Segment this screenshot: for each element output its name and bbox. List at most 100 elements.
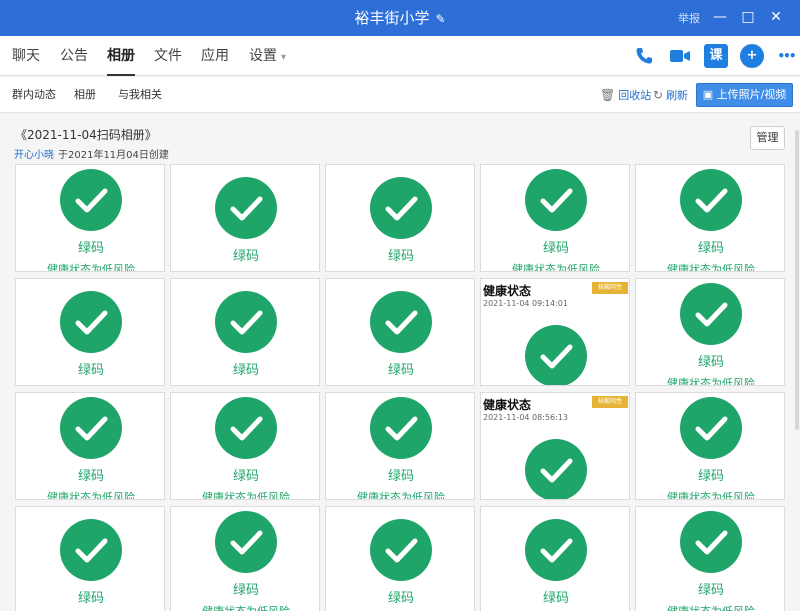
- close-button[interactable]: ✕: [766, 6, 786, 28]
- check-icon: [680, 397, 742, 459]
- created-date: 于2021年11月04日创建: [58, 150, 169, 161]
- tab-chat[interactable]: 聊天: [12, 36, 40, 76]
- green-code-label: 绿码: [232, 583, 259, 598]
- more-icon[interactable]: •••: [774, 44, 798, 68]
- check-icon: [525, 169, 587, 231]
- check-icon: [60, 169, 122, 231]
- green-code-label: 绿码: [387, 249, 414, 264]
- phone-icon[interactable]: [632, 44, 656, 68]
- report-link[interactable]: 举报: [678, 10, 700, 26]
- tab-apps[interactable]: 应用: [201, 36, 229, 76]
- card-title: 健康状态: [483, 284, 532, 298]
- subtab-related-to-me[interactable]: 与我相关: [118, 77, 162, 113]
- green-code-label: 绿码: [77, 363, 104, 378]
- tab-album[interactable]: 相册: [107, 36, 135, 76]
- green-code-label: 绿码: [697, 469, 724, 484]
- check-icon: [215, 177, 277, 239]
- album-title: 《2021-11-04扫码相册》: [15, 128, 157, 142]
- video-icon[interactable]: [668, 44, 692, 68]
- recycle-bin-label: 回收站: [618, 89, 652, 102]
- green-code-label: 绿码: [77, 591, 104, 606]
- minimize-button[interactable]: —: [710, 6, 730, 28]
- manage-button[interactable]: 管理: [750, 126, 785, 150]
- risk-status-label: 健康状态为低风险: [47, 263, 135, 272]
- risk-status-label: 健康状态为低风险: [667, 377, 755, 386]
- photo-tile[interactable]: 绿码健康状态为低风险: [325, 392, 475, 500]
- photo-tile[interactable]: 健康状态 2021-11-04 08:56:13 核酸阴性: [480, 392, 630, 500]
- risk-status-label: 健康状态为低风险: [357, 491, 445, 500]
- check-icon: [680, 169, 742, 231]
- green-code-label: 绿码: [542, 241, 569, 256]
- photo-tile[interactable]: 绿码: [15, 506, 165, 611]
- green-code-label: 绿码: [232, 469, 259, 484]
- risk-status-label: 健康状态为低风险: [202, 491, 290, 500]
- green-code-label: 绿码: [697, 583, 724, 598]
- check-icon: [60, 291, 122, 353]
- card-time: 2021-11-04 08:56:13: [483, 413, 568, 422]
- photo-tile[interactable]: 绿码: [170, 278, 320, 386]
- photo-tile[interactable]: 绿码健康状态为低风险: [635, 164, 785, 272]
- risk-status-label: 健康状态为低风险: [667, 263, 755, 272]
- trash-icon: 🗑: [600, 88, 616, 102]
- green-code-label: 绿码: [232, 249, 259, 264]
- card-time: 2021-11-04 09:14:01: [483, 299, 568, 308]
- check-icon: [370, 519, 432, 581]
- green-code-label: 绿码: [77, 469, 104, 484]
- photo-tile[interactable]: 绿码健康状态为低风险: [635, 506, 785, 611]
- check-icon: [525, 325, 587, 385]
- title-bar: 裕丰街小学 ✎ 举报 — □ ✕: [0, 0, 800, 36]
- check-icon: [370, 291, 432, 353]
- tab-announcement[interactable]: 公告: [60, 36, 88, 76]
- photo-tile[interactable]: 绿码: [15, 278, 165, 386]
- chevron-down-icon: ▾: [281, 52, 287, 63]
- photo-tile[interactable]: 绿码健康状态为低风险: [635, 392, 785, 500]
- risk-status-label: 健康状态为低风险: [47, 491, 135, 500]
- add-icon[interactable]: +: [740, 44, 764, 68]
- green-code-label: 绿码: [542, 591, 569, 606]
- photo-tile[interactable]: 绿码健康状态为低风险: [170, 392, 320, 500]
- photo-tile[interactable]: 绿码: [480, 506, 630, 611]
- photo-tile[interactable]: 绿码健康状态为低风险: [170, 506, 320, 611]
- check-icon: [525, 519, 587, 581]
- subtab-group-feed[interactable]: 群内动态: [12, 77, 56, 113]
- maximize-button[interactable]: □: [738, 6, 758, 28]
- refresh-button[interactable]: ↻ 刷新: [653, 77, 688, 113]
- scrollbar[interactable]: [795, 130, 799, 430]
- green-code-label: 绿码: [697, 355, 724, 370]
- tab-settings[interactable]: 设置 ▾: [249, 36, 286, 76]
- green-code-label: 绿码: [387, 469, 414, 484]
- image-icon: ▣: [702, 88, 717, 101]
- creator-link[interactable]: 开心小晓: [14, 150, 54, 161]
- window-title: 裕丰街小学: [354, 9, 430, 27]
- class-icon[interactable]: 课: [704, 44, 728, 68]
- green-code-label: 绿码: [232, 363, 259, 378]
- card-title: 健康状态: [483, 398, 532, 412]
- edit-title-icon[interactable]: ✎: [435, 1, 445, 37]
- sub-tab-bar: 群内动态 相册 与我相关 🗑 回收站 ↻ 刷新 ▣ 上传照片/视频: [0, 77, 800, 113]
- photo-tile[interactable]: 健康状态 2021-11-04 09:14:01 核酸阴性: [480, 278, 630, 386]
- upload-button[interactable]: ▣ 上传照片/视频: [696, 83, 793, 107]
- green-code-label: 绿码: [387, 363, 414, 378]
- green-code-label: 绿码: [387, 591, 414, 606]
- check-icon: [370, 177, 432, 239]
- subtab-album[interactable]: 相册: [74, 77, 96, 113]
- status-badge: 核酸阴性: [592, 282, 628, 294]
- photo-tile[interactable]: 绿码: [325, 506, 475, 611]
- photo-tile[interactable]: 绿码: [325, 278, 475, 386]
- photo-tile[interactable]: 绿码: [325, 164, 475, 272]
- status-badge: 核酸阴性: [592, 396, 628, 408]
- photo-tile[interactable]: 绿码健康状态为低风险: [635, 278, 785, 386]
- check-icon: [215, 511, 277, 573]
- check-icon: [525, 439, 587, 499]
- check-icon: [680, 283, 742, 345]
- photo-tile[interactable]: 绿码健康状态为低风险: [480, 164, 630, 272]
- tab-files[interactable]: 文件: [154, 36, 182, 76]
- photo-tile[interactable]: 绿码: [170, 164, 320, 272]
- photo-tile[interactable]: 绿码健康状态为低风险: [15, 164, 165, 272]
- upload-label: 上传照片/视频: [716, 88, 787, 101]
- photo-tile[interactable]: 绿码健康状态为低风险: [15, 392, 165, 500]
- check-icon: [680, 511, 742, 573]
- check-icon: [60, 519, 122, 581]
- recycle-bin-button[interactable]: 🗑 回收站: [600, 77, 651, 113]
- check-icon: [60, 397, 122, 459]
